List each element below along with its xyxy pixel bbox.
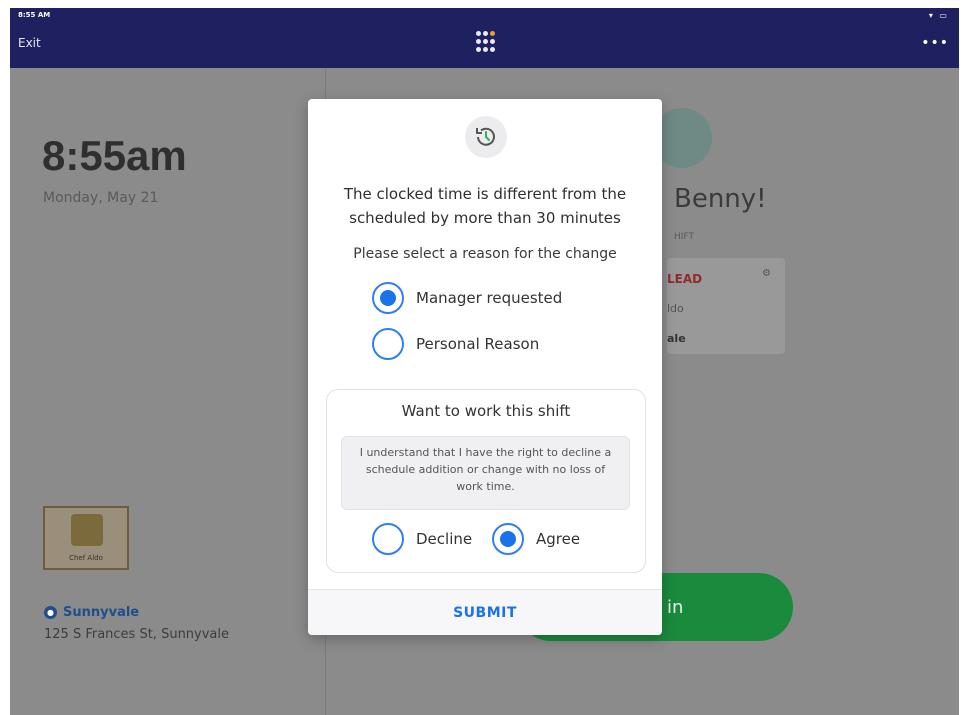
radio-unselected[interactable] [372,523,404,555]
decline-option[interactable]: Decline [372,523,472,555]
status-time: 8:55 AM [18,11,51,19]
reason-label: Manager requested [416,289,563,307]
shift-city: ale [667,332,686,345]
logo-text: Chef Aldo [69,554,103,562]
location-address: 125 S Frances St, Sunnyvale [44,627,230,642]
disclaimer-text: I understand that I have the right to de… [341,436,630,510]
shift-role: LEAD [667,272,703,286]
current-date: Monday, May 21 [43,190,159,206]
dialog-message: The clocked time is different from the s… [343,185,627,227]
location-name: Sunnyvale [63,605,140,620]
agree-label: Agree [536,530,581,548]
more-menu-icon[interactable]: ••• [921,35,949,51]
shift-place: ldo [667,302,684,315]
dialog-prompt: Please select a reason for the change [353,246,617,262]
top-bar: 8:55 AM ▾ ▭ Exit ••• [10,8,959,68]
fork-knife-icon: ⚙ [762,268,771,279]
wheat-icon [71,514,103,546]
reason-personal[interactable]: Personal Reason [372,328,539,360]
location-pin-icon: ● [44,606,57,619]
radio-selected[interactable] [372,282,404,314]
location-link[interactable]: ● Sunnyvale [44,605,139,620]
greeting: Benny! [674,184,767,214]
wifi-battery-icon: ▾ ▭ [928,11,949,20]
work-shift-title: Want to work this shift [401,402,571,420]
clock-in-label: in [667,596,684,618]
reason-manager-requested[interactable]: Manager requested [372,282,562,314]
radio-selected[interactable] [492,523,524,555]
history-clock-icon [465,116,507,158]
apps-grid-icon[interactable] [476,31,498,53]
restaurant-logo: Chef Aldo [43,506,129,570]
reason-dialog: The clocked time is different from the s… [308,99,662,635]
shift-label: HIFT [674,232,694,242]
shift-card[interactable]: LEAD ⚙ ldo ale [667,258,785,354]
radio-unselected[interactable] [372,328,404,360]
exit-button[interactable]: Exit [18,36,41,50]
decline-label: Decline [416,530,473,548]
submit-button[interactable]: SUBMIT [308,589,662,635]
current-time: 8:55am [42,132,187,179]
agree-option[interactable]: Agree [492,523,580,555]
left-panel: 8:55am Monday, May 21 Chef Aldo ● Sunnyv… [10,68,326,715]
reason-label: Personal Reason [416,335,540,353]
